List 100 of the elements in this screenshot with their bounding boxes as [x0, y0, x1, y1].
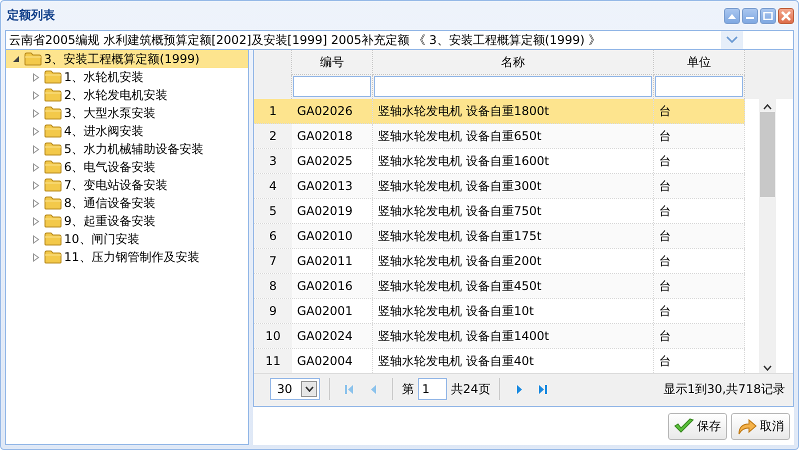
tree-item[interactable]: 2、水轮发电机安装 — [6, 86, 248, 104]
close-icon — [781, 10, 791, 20]
folder-icon — [44, 214, 62, 228]
table-cell: GA02025 — [292, 149, 373, 173]
scroll-up-icon[interactable] — [763, 104, 772, 110]
collapsed-triangle-icon[interactable] — [30, 144, 42, 154]
tree-item[interactable]: 3、安装工程概算定额(1999) — [6, 50, 248, 68]
tree-item[interactable]: 4、进水阀安装 — [6, 122, 248, 140]
table-cell: 台 — [654, 174, 745, 198]
first-page-icon — [344, 384, 354, 394]
tree-item[interactable]: 5、水力机械辅助设备安装 — [6, 140, 248, 158]
table-cell: GA02001 — [292, 299, 373, 323]
collapsed-triangle-icon[interactable] — [30, 126, 42, 136]
table-cell: 竖轴水轮发电机 设备自重750t — [373, 199, 654, 223]
row-number: 5 — [254, 199, 292, 223]
tree-item[interactable]: 6、电气设备安装 — [6, 158, 248, 176]
row-number: 10 — [254, 324, 292, 348]
table-row[interactable]: 9 GA02001 竖轴水轮发电机 设备自重10t 台 — [254, 299, 745, 324]
column-header[interactable]: 编号 — [292, 50, 373, 75]
table-cell: 台 — [654, 249, 745, 273]
table-cell: 台 — [654, 299, 745, 323]
table-cell: GA02019 — [292, 199, 373, 223]
collapsed-triangle-icon[interactable] — [30, 216, 42, 226]
folder-icon — [44, 124, 62, 138]
folder-icon — [44, 160, 62, 174]
maximize-button[interactable] — [760, 8, 776, 24]
column-header[interactable]: 单位 — [654, 50, 745, 75]
table-row[interactable]: 10 GA02024 竖轴水轮发电机 设备自重1400t 台 — [254, 324, 745, 349]
minimize-button[interactable] — [742, 8, 758, 24]
filter-field[interactable] — [293, 76, 371, 97]
table-cell: 台 — [654, 124, 745, 148]
chevron-down-icon[interactable] — [301, 381, 317, 397]
row-number: 6 — [254, 224, 292, 248]
table-row[interactable]: 7 GA02011 竖轴水轮发电机 设备自重200t 台 — [254, 249, 745, 274]
scrollbar[interactable] — [759, 99, 776, 373]
table-cell: 竖轴水轮发电机 设备自重10t — [373, 299, 654, 323]
folder-icon — [44, 250, 62, 264]
page-label: 第 — [402, 380, 414, 398]
tree-item[interactable]: 10、闸门安装 — [6, 230, 248, 248]
table-cell: GA02010 — [292, 224, 373, 248]
tree-item[interactable]: 11、压力钢管制作及安装 — [6, 248, 248, 266]
collapsed-triangle-icon[interactable] — [30, 234, 42, 244]
row-number: 3 — [254, 149, 292, 173]
page-count: 共24页 — [451, 380, 490, 398]
folder-icon — [44, 142, 62, 156]
collapsed-triangle-icon[interactable] — [30, 162, 42, 172]
save-button[interactable]: 保存 — [668, 412, 727, 440]
filter-field[interactable] — [655, 76, 743, 97]
collapsed-triangle-icon[interactable] — [30, 90, 42, 100]
tree-item[interactable]: 7、变电站设备安装 — [6, 176, 248, 194]
table-cell: 竖轴水轮发电机 设备自重450t — [373, 274, 654, 298]
page-size-dropdown[interactable]: 30 — [270, 378, 320, 400]
table-row[interactable]: 4 GA02013 竖轴水轮发电机 设备自重300t 台 — [254, 174, 745, 199]
table-row[interactable]: 11 GA02004 竖轴水轮发电机 设备自重40t 台 — [254, 349, 745, 374]
tree-item[interactable]: 9、起重设备安装 — [6, 212, 248, 230]
maximize-icon — [763, 12, 773, 20]
page-field[interactable]: 1 — [418, 378, 447, 400]
collapsed-triangle-icon[interactable] — [30, 252, 42, 262]
table-cell: 台 — [654, 99, 745, 123]
collapsed-triangle-icon[interactable] — [30, 108, 42, 118]
table-cell: 台 — [654, 224, 745, 248]
table-cell: 台 — [654, 199, 745, 223]
table-cell: GA02024 — [292, 324, 373, 348]
tree-item[interactable]: 3、大型水泵安装 — [6, 104, 248, 122]
row-number: 4 — [254, 174, 292, 198]
collapse-button[interactable] — [724, 8, 740, 24]
table-row[interactable]: 8 GA02016 竖轴水轮发电机 设备自重450t 台 — [254, 274, 745, 299]
collapsed-triangle-icon[interactable] — [30, 72, 42, 82]
filter-field[interactable] — [374, 76, 652, 97]
row-number: 11 — [254, 349, 292, 373]
tree-item[interactable]: 8、通信设备安装 — [6, 194, 248, 212]
close-button[interactable] — [778, 8, 794, 24]
table-cell: GA02016 — [292, 274, 373, 298]
table-row[interactable]: 1 GA02026 竖轴水轮发电机 设备自重1800t 台 — [254, 99, 745, 124]
previous-page-icon — [370, 384, 376, 394]
collapsed-triangle-icon[interactable] — [30, 198, 42, 208]
cancel-button[interactable]: 取消 — [731, 412, 790, 440]
tree-item[interactable]: 1、水轮机安装 — [6, 68, 248, 86]
table-cell: GA02026 — [292, 99, 373, 123]
row-number: 9 — [254, 299, 292, 323]
column-header[interactable]: 名称 — [373, 50, 654, 75]
table-cell: 竖轴水轮发电机 设备自重1400t — [373, 324, 654, 348]
row-number: 8 — [254, 274, 292, 298]
last-page-icon — [538, 384, 548, 394]
table-cell: 竖轴水轮发电机 设备自重1600t — [373, 149, 654, 173]
row-number: 2 — [254, 124, 292, 148]
folder-icon — [44, 88, 62, 102]
folder-icon — [44, 106, 62, 120]
collapsed-triangle-icon[interactable] — [30, 180, 42, 190]
table-row[interactable]: 2 GA02018 竖轴水轮发电机 设备自重650t 台 — [254, 124, 745, 149]
quota-dropdown[interactable]: 云南省2005编规 水利建筑概预算定额[2002]及安装[1999] 2005补充定额 《 3、安装工程概算定额(1999) 》 — [5, 30, 794, 50]
folder-icon — [44, 178, 62, 192]
table-row[interactable]: 6 GA02010 竖轴水轮发电机 设备自重175t 台 — [254, 224, 745, 249]
table-cell: 竖轴水轮发电机 设备自重175t — [373, 224, 654, 248]
table-row[interactable]: 5 GA02019 竖轴水轮发电机 设备自重750t 台 — [254, 199, 745, 224]
row-number: 7 — [254, 249, 292, 273]
table-cell: 竖轴水轮发电机 设备自重650t — [373, 124, 654, 148]
table-cell: 竖轴水轮发电机 设备自重300t — [373, 174, 654, 198]
table-row[interactable]: 3 GA02025 竖轴水轮发电机 设备自重1600t 台 — [254, 149, 745, 174]
scroll-down-icon[interactable] — [763, 365, 772, 371]
